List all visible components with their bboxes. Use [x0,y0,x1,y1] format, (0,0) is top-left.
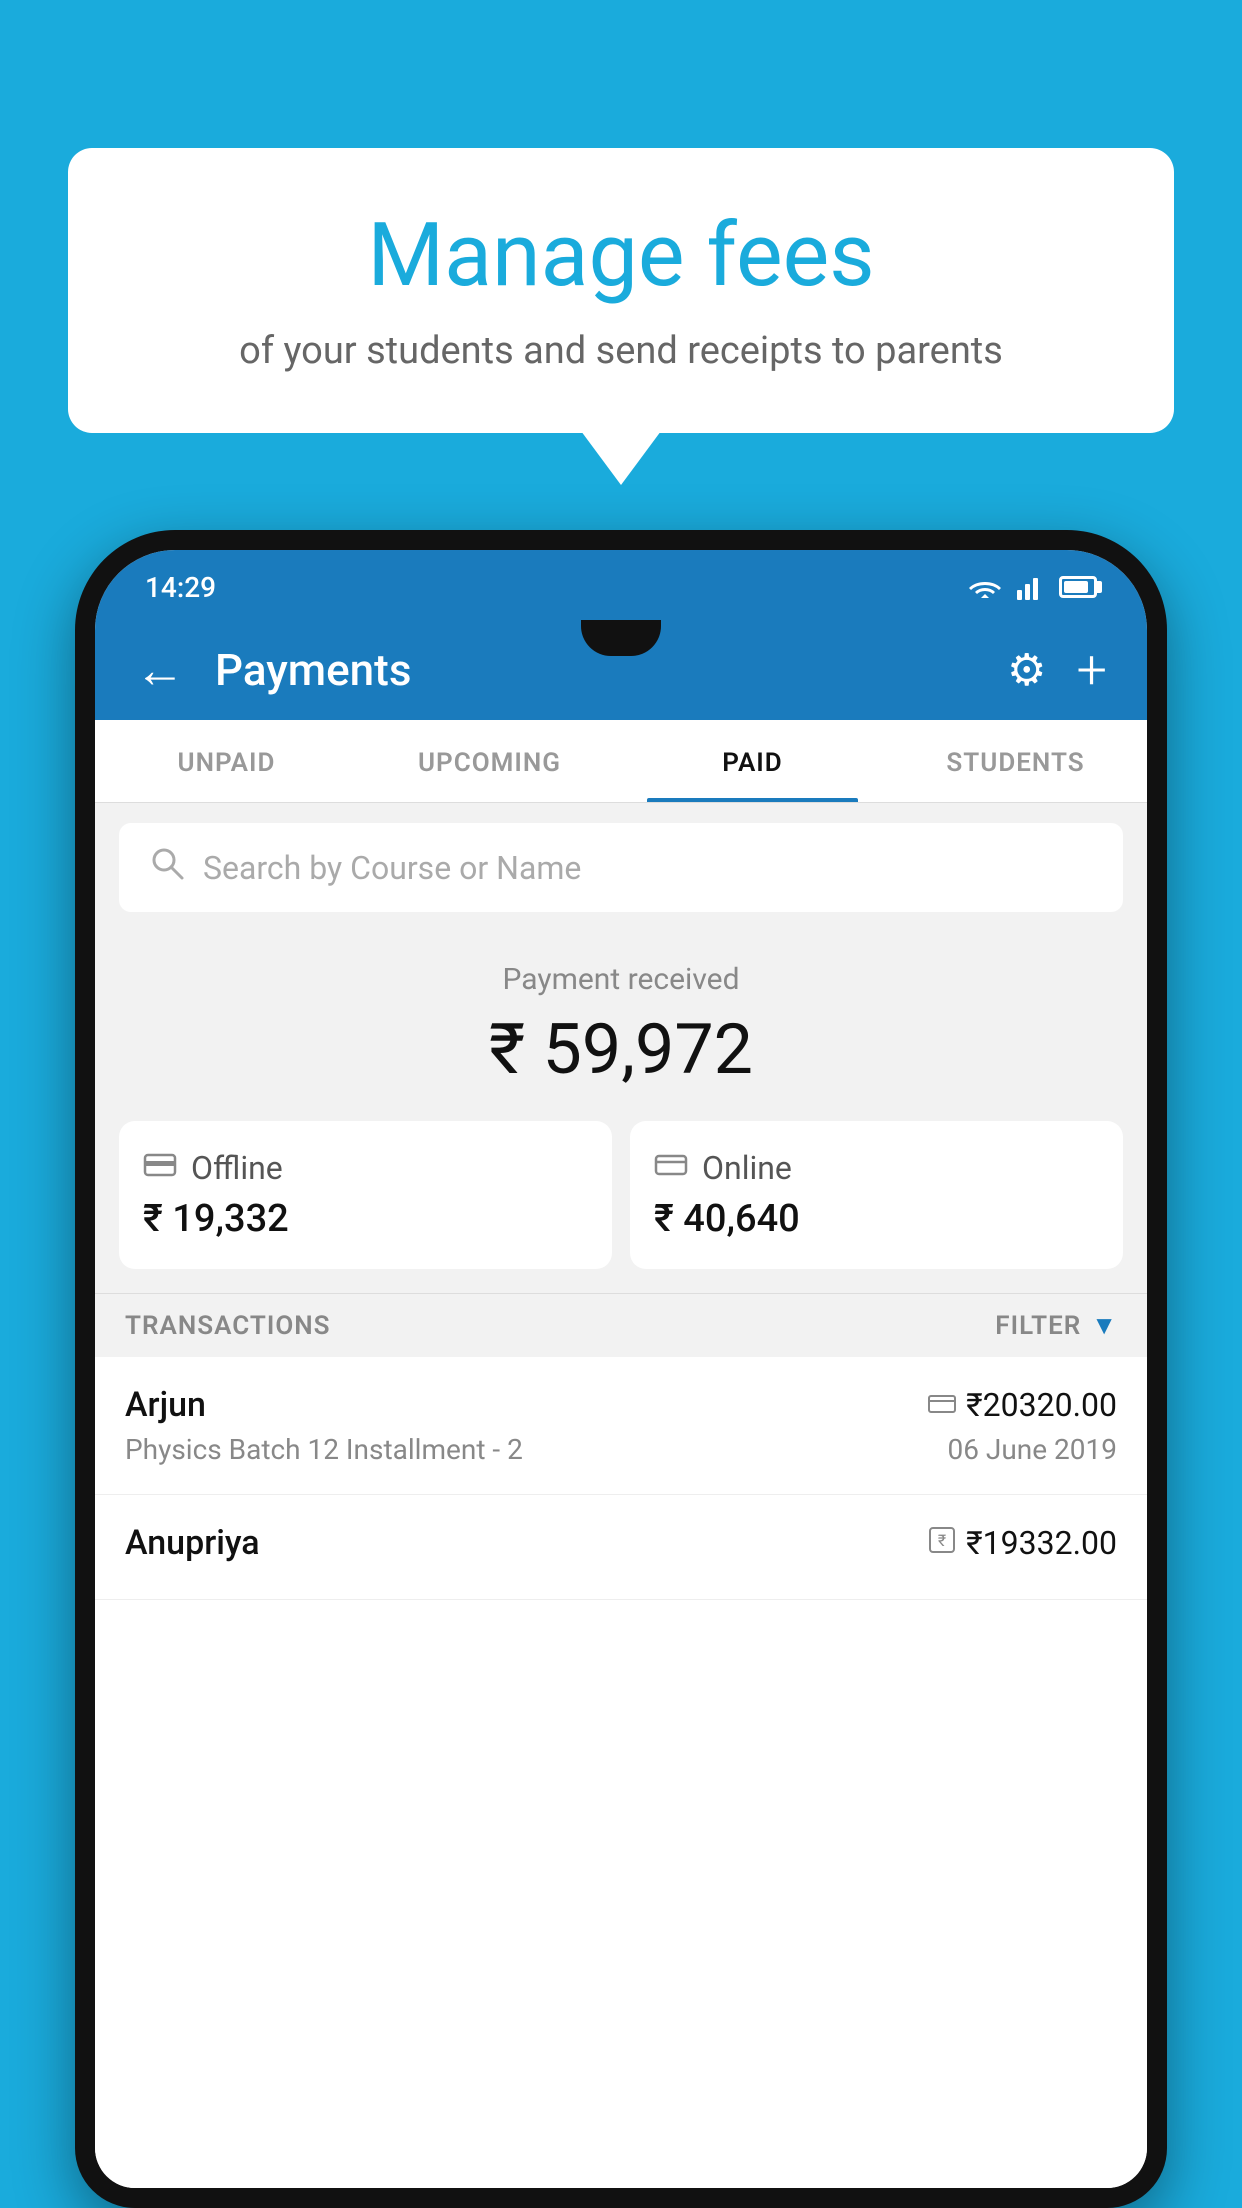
status-time: 14:29 [145,571,216,604]
filter-button[interactable]: FILTER ▼ [995,1310,1117,1341]
payment-summary: Payment received ₹ 59,972 [95,932,1147,1111]
tabs: UNPAID UPCOMING PAID STUDENTS [95,720,1147,803]
status-icons [967,574,1097,600]
offline-label: Offline [191,1149,283,1187]
settings-icon[interactable]: ⚙ [1007,644,1046,696]
transactions-header: TRANSACTIONS FILTER ▼ [95,1293,1147,1357]
phone-screen: 14:29 ← Payments ⚙ + [95,550,1147,2188]
battery-icon [1059,576,1097,598]
add-button[interactable]: + [1076,639,1107,702]
app-bar-icons: ⚙ + [1007,639,1107,702]
transaction-detail-1: Physics Batch 12 Installment - 2 [125,1433,523,1466]
online-card: Online ₹ 40,640 [630,1121,1123,1269]
payment-amount: ₹ 59,972 [119,1009,1123,1091]
transaction-name-1: Arjun [125,1385,206,1425]
payment-received-label: Payment received [119,962,1123,997]
filter-icon: ▼ [1091,1310,1117,1341]
back-button[interactable]: ← [135,641,185,700]
transactions-label: TRANSACTIONS [125,1311,331,1341]
transaction-row-top-2: Anupriya ₹ ₹19332.00 [125,1523,1117,1563]
wifi-icon [967,574,1003,600]
status-bar: 14:29 [95,550,1147,620]
tab-students[interactable]: STUDENTS [884,720,1147,802]
transaction-rupee-icon-2: ₹ [928,1526,956,1561]
tab-unpaid[interactable]: UNPAID [95,720,358,802]
transaction-date-1: 06 June 2019 [947,1433,1117,1466]
online-label: Online [702,1149,792,1187]
bubble-title: Manage fees [108,208,1134,305]
transaction-name-2: Anupriya [125,1523,260,1563]
bubble-subtitle: of your students and send receipts to pa… [108,329,1134,373]
transaction-amount-wrap-1: ₹20320.00 [928,1386,1117,1424]
search-input[interactable]: Search by Course or Name [203,849,581,887]
online-icon [654,1151,688,1186]
offline-amount: ₹ 19,332 [143,1197,588,1241]
online-card-header: Online [654,1149,1099,1187]
signal-icon [1017,574,1045,600]
transaction-amount-wrap-2: ₹ ₹19332.00 [928,1524,1117,1562]
tab-paid[interactable]: PAID [621,720,884,802]
transaction-list: Arjun ₹20320.00 Physics Batch 12 Install… [95,1357,1147,2188]
speech-bubble-wrapper: Manage fees of your students and send re… [68,148,1174,433]
offline-card-header: Offline [143,1149,588,1187]
offline-icon [143,1149,177,1187]
transaction-amount-2: ₹19332.00 [966,1524,1117,1562]
offline-card: Offline ₹ 19,332 [119,1121,612,1269]
transaction-card-icon-1 [928,1389,956,1422]
transaction-row-bottom-1: Physics Batch 12 Installment - 2 06 June… [125,1433,1117,1466]
speech-bubble: Manage fees of your students and send re… [68,148,1174,433]
svg-text:₹: ₹ [938,1531,946,1550]
search-bar[interactable]: Search by Course or Name [119,823,1123,912]
transaction-item-2[interactable]: Anupriya ₹ ₹19332.00 [95,1495,1147,1600]
tab-upcoming[interactable]: UPCOMING [358,720,621,802]
phone-frame: 14:29 ← Payments ⚙ + [75,530,1167,2208]
payment-cards: Offline ₹ 19,332 Online ₹ 40,640 [95,1111,1147,1293]
search-icon [149,845,185,890]
transaction-row-top-1: Arjun ₹20320.00 [125,1385,1117,1425]
online-amount: ₹ 40,640 [654,1197,1099,1241]
search-bar-wrapper: Search by Course or Name [95,803,1147,932]
transaction-amount-1: ₹20320.00 [966,1386,1117,1424]
transaction-item[interactable]: Arjun ₹20320.00 Physics Batch 12 Install… [95,1357,1147,1495]
filter-label: FILTER [995,1311,1081,1341]
